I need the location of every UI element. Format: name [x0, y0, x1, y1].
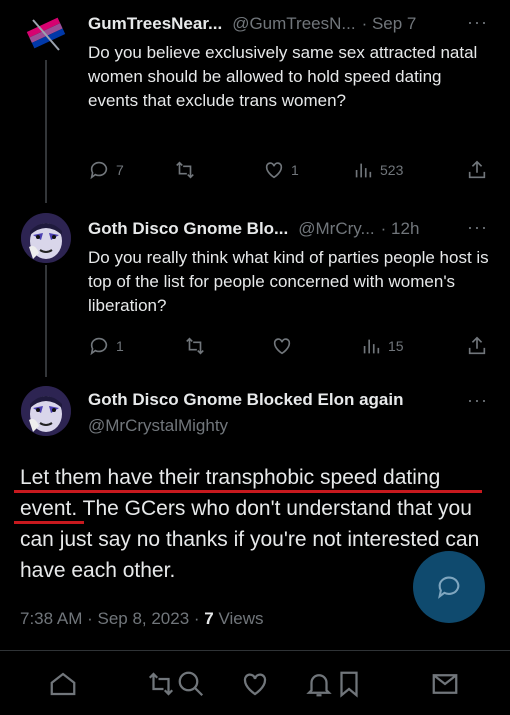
home-icon	[50, 672, 76, 696]
heart-icon	[243, 673, 267, 696]
nav-messages[interactable]	[430, 669, 460, 704]
author-name[interactable]: Goth Disco Gnome Blocked Elon again	[88, 390, 404, 410]
tweet-timestamp[interactable]: 7:38 AM · Sep 8, 2023 ·	[20, 609, 204, 628]
share-icon	[468, 336, 486, 355]
notifications-icon	[306, 674, 332, 697]
highlight-underline	[14, 521, 84, 524]
more-options-button[interactable]: ···	[467, 12, 488, 33]
nav-search[interactable]	[176, 669, 206, 704]
bottom-nav	[0, 650, 510, 715]
nav-bookmark[interactable]	[334, 669, 364, 704]
retweet-icon	[148, 672, 174, 696]
tweet-meta: 7:38 AM · Sep 8, 2023 · 7 Views	[20, 609, 264, 629]
like-button[interactable]: 1	[263, 159, 299, 181]
tweet-time[interactable]: · 12h	[381, 219, 420, 239]
like-count: 1	[291, 162, 299, 178]
views-count: 15	[388, 338, 404, 354]
reply-icon	[90, 161, 108, 180]
author-handle[interactable]: @GumTreesN...	[232, 14, 355, 34]
reply-button[interactable]: 1	[88, 335, 124, 357]
tweet-text: Do you really think what kind of parties…	[88, 248, 489, 315]
highlight-underline	[14, 490, 482, 493]
bookmark-icon	[340, 671, 358, 698]
share-button[interactable]	[466, 159, 488, 181]
like-icon	[265, 162, 283, 179]
compose-reply-button[interactable]	[413, 551, 485, 623]
more-options-button[interactable]: ···	[467, 390, 488, 411]
views-icon	[363, 339, 380, 354]
retweet-button[interactable]	[174, 159, 196, 181]
nav-home[interactable]	[48, 669, 78, 704]
avatar[interactable]	[21, 386, 71, 436]
avatar[interactable]	[21, 213, 71, 263]
reply-count: 7	[116, 162, 124, 178]
reply-button[interactable]: 7	[88, 159, 124, 181]
more-options-button[interactable]: ···	[467, 217, 488, 238]
views-label: Views	[213, 609, 264, 628]
views-icon	[355, 163, 372, 178]
tweet-text: Do you believe exclusively same sex attr…	[88, 43, 478, 110]
nav-like[interactable]	[240, 669, 270, 704]
nav-notifications[interactable]	[304, 669, 334, 704]
author-name[interactable]: Goth Disco Gnome Blo...	[88, 219, 288, 239]
author-name[interactable]: GumTreesNear...	[88, 14, 222, 34]
views-count: 523	[380, 162, 404, 178]
view-count: 7	[204, 609, 214, 628]
author-handle[interactable]: @MrCrystalMighty	[88, 416, 228, 436]
retweet-icon	[186, 337, 204, 355]
retweet-icon	[176, 161, 194, 179]
tweet[interactable]: GumTreesNear... @GumTreesN... · Sep 7 ··…	[0, 0, 510, 200]
reply-count: 1	[116, 338, 124, 354]
nav-retweet[interactable]	[146, 669, 176, 704]
avatar[interactable]	[21, 8, 71, 58]
views-button[interactable]: 15	[360, 335, 404, 357]
views-button[interactable]: 523	[352, 159, 403, 181]
like-button[interactable]	[271, 335, 293, 357]
retweet-button[interactable]	[184, 335, 206, 357]
share-icon	[468, 160, 486, 179]
like-icon	[273, 338, 291, 355]
author-handle[interactable]: @MrCry...	[298, 219, 374, 239]
search-icon	[178, 671, 204, 697]
messages-icon	[432, 674, 458, 694]
tweet[interactable]: Goth Disco Gnome Blo... @MrCry... · 12h …	[0, 205, 510, 375]
share-button[interactable]	[466, 335, 488, 357]
tweet-time[interactable]: · Sep 7	[362, 14, 417, 34]
compose-reply-icon	[438, 576, 460, 599]
reply-icon	[90, 337, 108, 356]
